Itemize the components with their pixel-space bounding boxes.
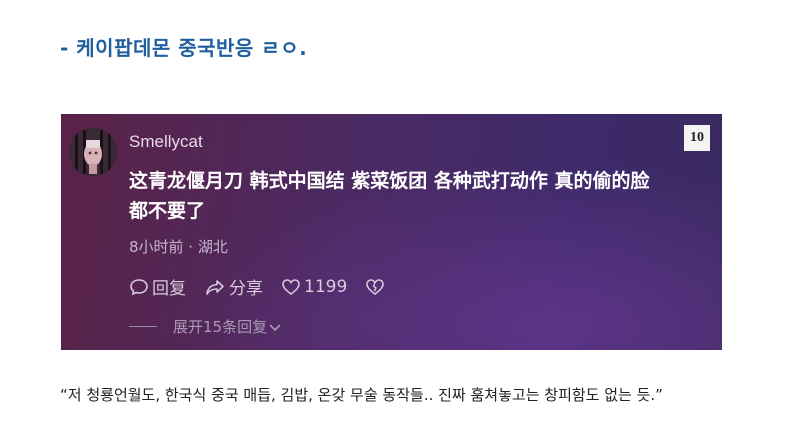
- chevron-down-icon: [269, 323, 281, 331]
- share-arrow-icon: [206, 279, 224, 295]
- translation-caption: “저 청룡언월도, 한국식 중국 매듭, 김밥, 온갖 무술 동작들.. 진짜 …: [60, 386, 663, 404]
- action-bar: 回复 分享 1199: [129, 274, 406, 299]
- reply-button[interactable]: 回复: [129, 274, 186, 299]
- username[interactable]: Smellycat: [129, 132, 203, 152]
- dislike-button[interactable]: [365, 277, 388, 297]
- reply-label: 回复: [152, 279, 186, 299]
- headline: - 케이팝데몬 중국반응 ㄹㅇ.: [60, 36, 308, 60]
- comment-line: 这青龙偃月刀 韩式中国结 紫菜饭团 各种武打动作 真的偷的脸: [129, 170, 650, 192]
- page: - 케이팝데몬 중국반응 ㄹㅇ. Smellycat 10 这青龙偃月刀 韩式中…: [0, 0, 800, 437]
- avatar-image: [69, 128, 117, 176]
- replies-divider: [129, 326, 157, 327]
- expand-replies[interactable]: 展开15条回复: [129, 316, 283, 337]
- heart-icon: [282, 278, 300, 295]
- like-count: 1199: [304, 276, 348, 297]
- comment-bubble-icon: [130, 278, 148, 295]
- share-label: 分享: [229, 279, 263, 299]
- share-button[interactable]: 分享: [204, 274, 263, 299]
- broken-heart-icon: [366, 278, 385, 295]
- expand-replies-label: 展开15条回复: [173, 318, 268, 336]
- comment-text: 这青龙偃月刀 韩式中国结 紫菜饭团 各种武打动作 真的偷的脸 都不要了: [129, 166, 689, 226]
- comment-screenshot: Smellycat 10 这青龙偃月刀 韩式中国结 紫菜饭团 各种武打动作 真的…: [61, 114, 722, 350]
- avatar[interactable]: [69, 128, 117, 176]
- comment-meta: 8小时前 · 湖北: [129, 238, 228, 256]
- comment-line: 都不要了: [129, 200, 206, 222]
- rank-badge: 10: [684, 125, 710, 151]
- like-button[interactable]: 1199: [281, 277, 347, 297]
